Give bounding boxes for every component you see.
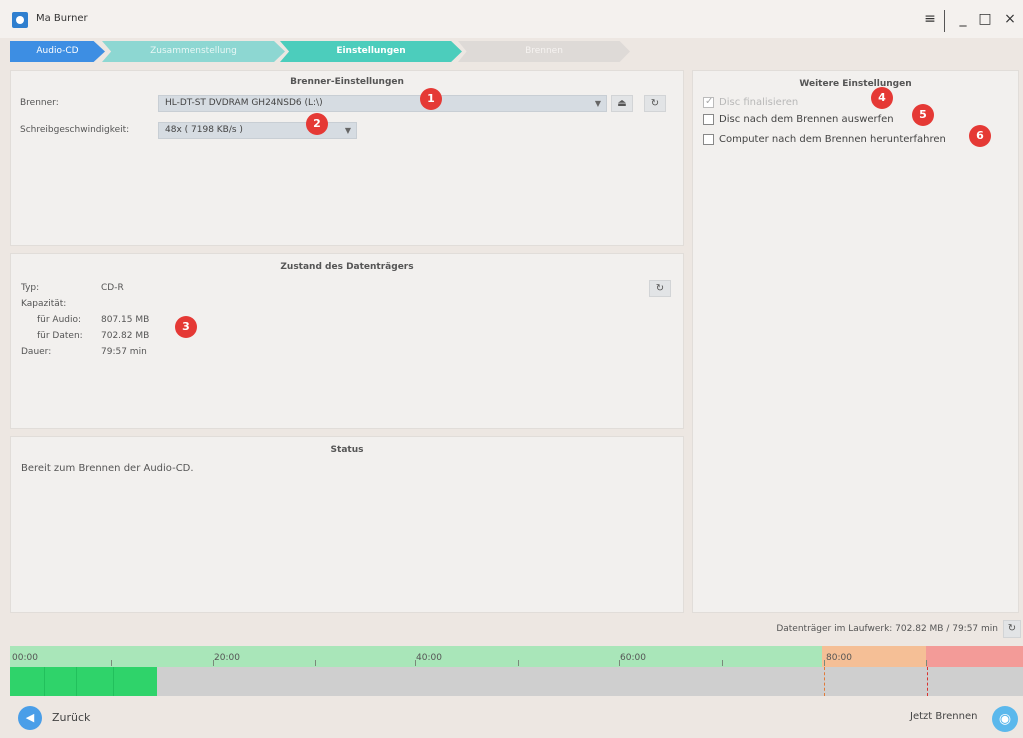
timeline-tick-label: 00:00 <box>12 653 38 663</box>
audio-capacity-value: 807.15 MB <box>101 315 150 325</box>
refresh-burner-button[interactable]: ↻ <box>644 95 666 112</box>
disc-usage-fill <box>10 667 157 696</box>
maximize-button[interactable]: □ <box>978 10 992 28</box>
timeline-major-tick <box>824 660 825 666</box>
step-zusammenstellung[interactable]: Zusammenstellung <box>102 41 285 62</box>
title-separator <box>944 10 945 32</box>
burner-settings-title: Brenner-Einstellungen <box>290 77 404 87</box>
track-divider <box>76 667 77 696</box>
type-value: CD-R <box>101 283 124 293</box>
status-title: Status <box>330 445 364 455</box>
timeline-minor-tick <box>315 660 316 666</box>
shutdown-label: Computer nach dem Brennen herunterfahren <box>719 134 946 145</box>
minimize-button[interactable]: _ <box>955 10 971 28</box>
annotation-badge-1: 1 <box>420 88 442 110</box>
wizard-steps: Audio-CD Zusammenstellung Einstellungen … <box>10 41 630 62</box>
app-window: Ma Burner ≡ _ □ × Audio-CD Zusammenstell… <box>0 0 1023 738</box>
disc-state-panel: Zustand des Datenträgers Typ: CD-R Kapaz… <box>10 253 684 429</box>
timeline-minor-tick <box>111 660 112 666</box>
hamburger-menu-icon[interactable]: ≡ <box>921 10 939 28</box>
audio-capacity-label: für Audio: <box>37 315 82 325</box>
chevron-down-icon: ▼ <box>594 99 601 108</box>
timeline-ruler: 00:00 20:00 40:00 60:00 80:00 <box>10 646 1023 667</box>
speed-select-value: 48x ( 7198 KB/s ) <box>165 125 243 135</box>
timeline-major-tick <box>213 660 214 666</box>
burner-select[interactable]: HL-DT-ST DVDRAM GH24NSD6 (L:\) ▼ <box>158 95 607 112</box>
eject-label: Disc nach dem Brennen auswerfen <box>719 114 894 125</box>
annotation-badge-6: 6 <box>969 125 991 147</box>
track-divider <box>113 667 114 696</box>
chevron-down-icon: ▼ <box>344 126 351 135</box>
burner-select-value: HL-DT-ST DVDRAM GH24NSD6 (L:\) <box>165 98 323 108</box>
duration-value: 79:57 min <box>101 347 147 357</box>
back-label: Zurück <box>52 711 91 724</box>
step-einstellungen[interactable]: Einstellungen <box>280 41 462 62</box>
shutdown-checkbox[interactable] <box>703 134 714 145</box>
capacity-limit-marker <box>824 667 825 696</box>
eject-button[interactable]: ⏏ <box>611 95 633 112</box>
annotation-badge-3: 3 <box>175 316 197 338</box>
track-divider <box>44 667 45 696</box>
disc-usage-bar <box>10 667 1023 696</box>
refresh-disc-button[interactable]: ↻ <box>649 280 671 297</box>
footer-bar: ◀ Zurück Jetzt Brennen ◉ <box>0 698 1023 738</box>
timeline-minor-tick <box>518 660 519 666</box>
timeline-overflow-zone <box>926 646 1023 667</box>
annotation-badge-2: 2 <box>306 113 328 135</box>
burner-settings-panel: Brenner-Einstellungen Brenner: HL-DT-ST … <box>10 70 684 246</box>
burn-now-label[interactable]: Jetzt Brennen <box>910 711 977 722</box>
title-bar: Ma Burner ≡ _ □ × <box>0 0 1023 38</box>
timeline-tick-label: 20:00 <box>214 653 240 663</box>
finalize-label: Disc finalisieren <box>719 97 799 108</box>
capacity-label: Kapazität: <box>21 299 67 309</box>
drive-info-text: Datenträger im Laufwerk: 702.82 MB / 79:… <box>776 624 998 634</box>
timeline-tick-label: 40:00 <box>416 653 442 663</box>
data-capacity-label: für Daten: <box>37 331 83 341</box>
step-audio-cd[interactable]: Audio-CD <box>10 41 105 62</box>
duration-label: Dauer: <box>21 347 52 357</box>
eject-checkbox[interactable] <box>703 114 714 125</box>
finalize-checkbox <box>703 95 714 109</box>
back-arrow-icon: ◀ <box>18 706 42 730</box>
timeline-major-tick <box>619 660 620 666</box>
burn-disc-icon[interactable]: ◉ <box>992 706 1018 732</box>
status-text: Bereit zum Brennen der Audio-CD. <box>21 463 194 474</box>
more-settings-panel: Weitere Einstellungen Disc finalisieren … <box>692 70 1019 613</box>
data-capacity-value: 702.82 MB <box>101 331 150 341</box>
timeline-tick-label: 60:00 <box>620 653 646 663</box>
burner-label: Brenner: <box>20 98 59 108</box>
more-settings-title: Weitere Einstellungen <box>799 79 912 89</box>
annotation-badge-4: 4 <box>871 87 893 109</box>
timeline-major-tick <box>415 660 416 666</box>
step-brennen: Brennen <box>458 41 630 62</box>
timeline-tick-label: 80:00 <box>826 653 852 663</box>
overburn-limit-marker <box>927 667 928 696</box>
type-label: Typ: <box>21 283 40 293</box>
disc-state-title: Zustand des Datenträgers <box>280 262 414 272</box>
speed-label: Schreibgeschwindigkeit: <box>20 125 130 135</box>
timeline-minor-tick <box>926 660 927 666</box>
annotation-badge-5: 5 <box>912 104 934 126</box>
timeline-minor-tick <box>722 660 723 666</box>
close-button[interactable]: × <box>1003 10 1017 28</box>
app-title: Ma Burner <box>36 13 88 24</box>
app-logo-icon <box>12 12 28 28</box>
status-panel: Status Bereit zum Brennen der Audio-CD. <box>10 436 684 613</box>
refresh-drive-button[interactable]: ↻ <box>1003 620 1021 638</box>
